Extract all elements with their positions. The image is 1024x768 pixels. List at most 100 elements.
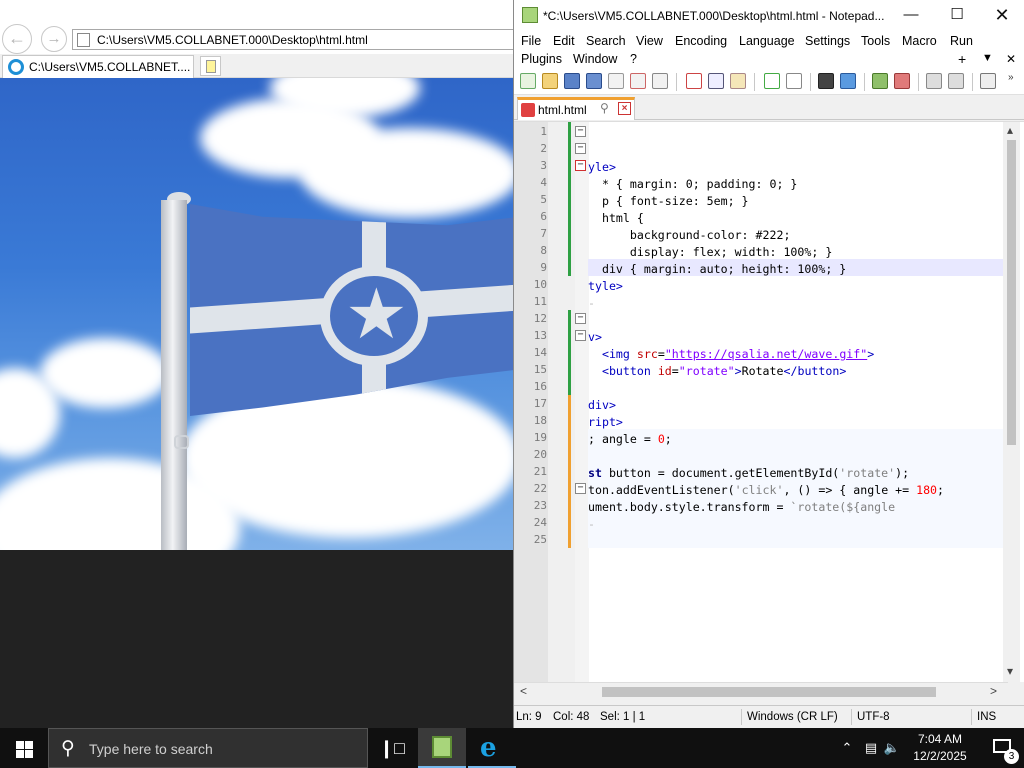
pin-icon[interactable]: ⚲ <box>600 101 609 115</box>
browser-tab[interactable]: C:\Users\VM5.COLLABNET.... <box>2 55 194 78</box>
menu-plus-button[interactable]: + <box>958 51 966 67</box>
code-line: <img src="https://qsalia.net/wave.gif"> <box>601 347 875 361</box>
line-number: 10 <box>533 278 547 291</box>
menu-view[interactable]: View <box>636 34 663 48</box>
modified-file-icon <box>521 103 535 117</box>
fold-toggle-icon[interactable]: − <box>575 143 586 154</box>
code-line: div> <box>588 398 616 412</box>
status-line: Ln: 9 <box>516 711 542 723</box>
fold-toggle-icon[interactable]: − <box>575 126 586 137</box>
horizontal-scroll-thumb[interactable] <box>602 687 936 697</box>
status-bar: Ln: 9 Col: 48 Sel: 1 | 1 Windows (CR LF)… <box>514 705 1024 728</box>
line-number: 17 <box>533 397 547 410</box>
vertical-scroll-thumb[interactable] <box>1007 140 1016 445</box>
scroll-up-icon[interactable]: ▴ <box>1007 123 1013 137</box>
new-file-icon[interactable] <box>520 73 536 89</box>
save-icon[interactable] <box>564 73 580 89</box>
notepad-window: *C:\Users\VM5.COLLABNET.000\Desktop\html… <box>513 0 1024 728</box>
menu-help[interactable]: ? <box>630 52 637 66</box>
horizontal-scrollbar[interactable]: < > <box>514 682 1008 700</box>
taskbar-search-box[interactable]: ⚲ Type here to search <box>48 728 368 768</box>
cut-icon[interactable] <box>686 73 702 89</box>
menu-tools[interactable]: Tools <box>861 34 890 48</box>
close-tab-icon[interactable]: × <box>618 102 631 115</box>
line-number: 11 <box>533 295 547 308</box>
close-all-icon[interactable] <box>630 73 646 89</box>
code-line: <button id="rotate">Rotate</button> <box>601 364 847 378</box>
toolbar-separator <box>676 73 677 91</box>
line-number: 12 <box>533 312 547 325</box>
scroll-down-icon[interactable]: ▾ <box>1007 664 1013 678</box>
flag-image: ★ <box>0 78 514 550</box>
menu-window[interactable]: Window <box>573 52 617 66</box>
replace-icon[interactable] <box>840 73 856 89</box>
menu-search[interactable]: Search <box>586 34 626 48</box>
taskbar-notepadpp[interactable] <box>418 728 466 768</box>
maximize-button[interactable]: ☐ <box>934 0 980 31</box>
notepadpp-icon <box>432 736 452 758</box>
menu-down-button[interactable]: ▼ <box>982 52 993 64</box>
save-all-icon[interactable] <box>586 73 602 89</box>
browser-tab-strip: C:\Users\VM5.COLLABNET.... <box>0 54 514 78</box>
menu-macro[interactable]: Macro <box>902 34 937 48</box>
address-input[interactable]: C:\Users\VM5.COLLABNET.000\Desktop\html.… <box>72 29 514 50</box>
sync-horizontal-icon[interactable] <box>948 73 964 89</box>
fold-toggle-icon[interactable]: − <box>575 330 586 341</box>
minimize-button[interactable]: — <box>888 0 934 31</box>
menu-close-button[interactable]: ✕ <box>1006 52 1016 66</box>
zoom-out-icon[interactable] <box>894 73 910 89</box>
new-tab-button[interactable] <box>200 56 221 76</box>
menu-plugins[interactable]: Plugins <box>521 52 562 66</box>
browser-window: ← → C:\Users\VM5.COLLABNET.000\Desktop\h… <box>0 0 514 728</box>
zoom-in-icon[interactable] <box>872 73 888 89</box>
menu-edit[interactable]: Edit <box>553 34 575 48</box>
task-view-icon[interactable]: ❙□ <box>372 728 412 768</box>
line-number: 3 <box>540 159 547 172</box>
menu-language[interactable]: Language <box>739 34 795 48</box>
status-selection: Sel: 1 | 1 <box>600 711 646 723</box>
toolbar-overflow-icon[interactable]: » <box>1008 72 1014 83</box>
toolbar-separator <box>810 73 811 91</box>
copy-icon[interactable] <box>708 73 724 89</box>
system-clock[interactable]: 7:04 AM 12/2/2025 <box>900 731 980 765</box>
vertical-scrollbar[interactable]: ▴ ▾ <box>1003 122 1020 682</box>
file-tab[interactable]: html.html ⚲ × <box>517 97 635 120</box>
redo-icon[interactable] <box>786 73 802 89</box>
line-number: 13 <box>533 329 547 342</box>
menu-run[interactable]: Run <box>950 34 973 48</box>
fold-toggle-icon[interactable]: − <box>575 160 586 171</box>
open-file-icon[interactable] <box>542 73 558 89</box>
windows-logo-icon <box>25 750 33 758</box>
close-button[interactable]: ✕ <box>979 0 1024 31</box>
code-editor[interactable]: 1 2 3 4 5 6 7 8 9 10 11 12 13 14 15 16 1… <box>514 121 1024 682</box>
start-button[interactable] <box>0 728 48 768</box>
find-icon[interactable] <box>818 73 834 89</box>
undo-icon[interactable] <box>764 73 780 89</box>
scroll-left-icon[interactable]: < <box>520 684 527 698</box>
show-hidden-icons-icon[interactable]: ⌃ <box>836 728 858 768</box>
line-number: 5 <box>540 193 547 206</box>
taskbar-internet-explorer[interactable]: e <box>468 728 516 768</box>
paste-icon[interactable] <box>730 73 746 89</box>
close-file-icon[interactable] <box>608 73 624 89</box>
status-eol: Windows (CR LF) <box>747 711 838 723</box>
menu-settings[interactable]: Settings <box>805 34 850 48</box>
volume-muted-icon[interactable]: 🔈 <box>882 728 902 768</box>
back-button[interactable]: ← <box>2 24 32 54</box>
fold-toggle-icon[interactable]: − <box>575 483 586 494</box>
menu-bar: File Edit Search View Encoding Language … <box>514 31 1024 69</box>
menu-file[interactable]: File <box>521 34 541 48</box>
code-line: yle> <box>588 160 616 174</box>
address-text: C:\Users\VM5.COLLABNET.000\Desktop\html.… <box>97 33 368 47</box>
word-wrap-icon[interactable] <box>980 73 996 89</box>
network-icon[interactable]: ▤ <box>860 728 882 768</box>
scroll-right-icon[interactable]: > <box>990 684 997 698</box>
forward-button[interactable]: → <box>41 26 67 52</box>
sync-vertical-icon[interactable] <box>926 73 942 89</box>
print-icon[interactable] <box>652 73 668 89</box>
menu-encoding[interactable]: Encoding <box>675 34 727 48</box>
fold-toggle-icon[interactable]: − <box>575 313 586 324</box>
line-number: 16 <box>533 380 547 393</box>
notification-center-button[interactable]: 3 <box>980 728 1024 768</box>
code-line: div { margin: auto; height: 100%; } <box>588 262 847 276</box>
